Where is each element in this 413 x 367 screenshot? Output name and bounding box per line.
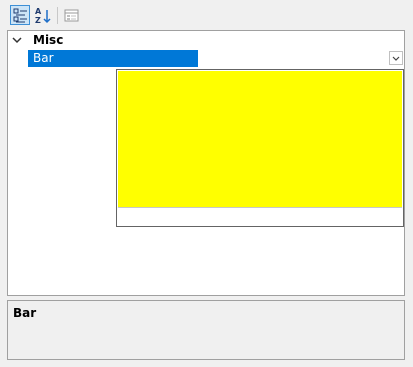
- dropdown-button[interactable]: [387, 50, 404, 67]
- svg-text:A: A: [35, 7, 42, 16]
- property-grid-window: A Z Misc Bar Bar: [0, 0, 413, 367]
- toolbar-separator: [57, 7, 58, 24]
- chevron-down-icon[interactable]: [11, 34, 23, 46]
- property-grid-toolbar: A Z: [0, 0, 413, 30]
- dropdown-footer[interactable]: [117, 209, 403, 226]
- alphabetical-sort-icon: A Z: [35, 7, 51, 25]
- description-pane: Bar: [7, 300, 405, 360]
- categorized-icon: [13, 8, 27, 23]
- category-label: Misc: [33, 33, 64, 47]
- svg-text:Z: Z: [35, 16, 41, 25]
- color-swatch[interactable]: [118, 71, 402, 208]
- property-pages-icon: [64, 9, 79, 22]
- property-pages-button[interactable]: [62, 5, 82, 25]
- categorized-button[interactable]: [10, 5, 30, 25]
- property-value[interactable]: [198, 50, 387, 67]
- property-name[interactable]: Bar: [28, 50, 198, 67]
- alphabetical-button[interactable]: A Z: [33, 5, 53, 25]
- description-title: Bar: [13, 306, 37, 320]
- chevron-down-icon: [392, 56, 400, 61]
- category-row-misc[interactable]: Misc: [8, 31, 404, 49]
- dropdown-editor[interactable]: [116, 69, 404, 227]
- property-row-bar[interactable]: Bar: [8, 50, 404, 67]
